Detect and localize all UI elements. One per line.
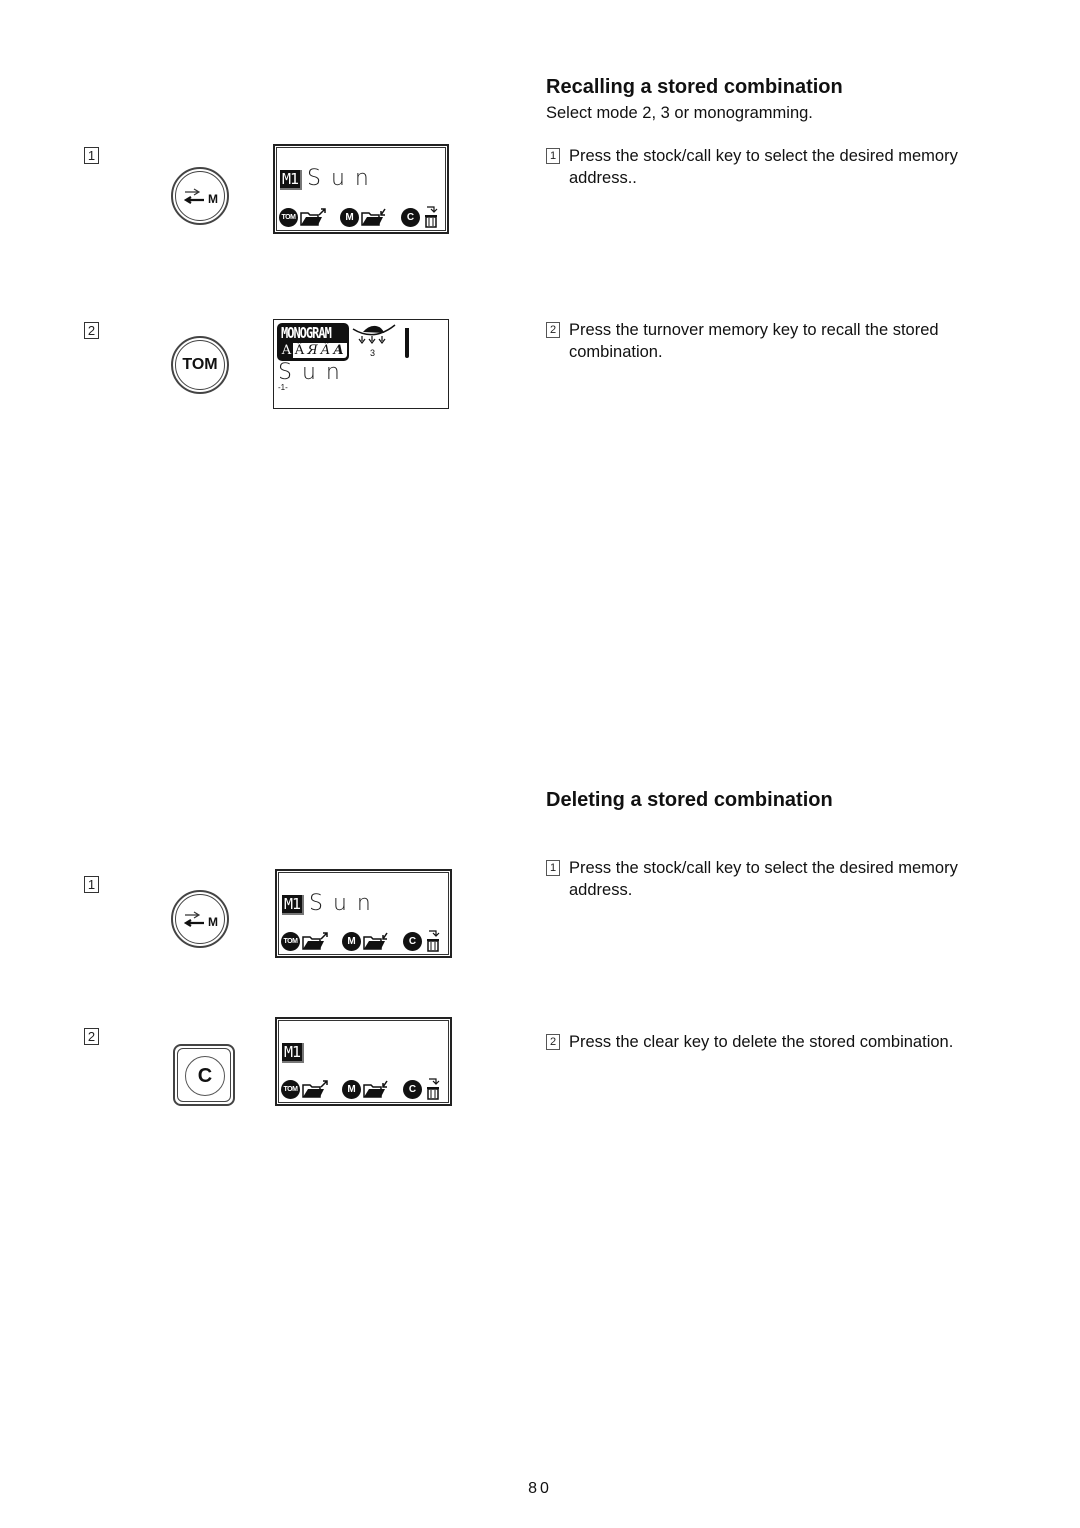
step-number: 2 (84, 322, 99, 339)
memory-address-label: M1 (282, 1043, 305, 1063)
folder-out-icon (302, 1080, 328, 1098)
folder-out-icon (300, 208, 326, 226)
c-icon: C (403, 1079, 422, 1099)
tom-icon: TOM (281, 1079, 300, 1099)
delete-section-title: Deleting a stored combination (546, 789, 833, 811)
folder-in-icon (363, 932, 388, 950)
font-option: A (280, 343, 293, 358)
lcd-display-memory: M1 Sun TOM M C (273, 144, 449, 234)
stock-call-key[interactable]: M (171, 167, 229, 225)
lcd-icon-row: TOM M C (281, 1077, 446, 1101)
step-number: 2 (84, 1028, 99, 1045)
memory-address-label: M1 (282, 895, 305, 915)
step-number: 1 (84, 147, 99, 164)
lcd-display-memory-cleared: M1 TOM M C (275, 1017, 452, 1106)
stored-word: Sun (307, 166, 379, 191)
lcd-display-memory: M1 Sun TOM M C (275, 869, 452, 958)
turnover-memory-key[interactable]: TOM (171, 336, 229, 394)
lcd-display-monogram: MONOGRAM AÄЯÄA 3 Sun -1- (273, 319, 449, 409)
step-text: Press the turnover memory key to recall … (569, 321, 939, 361)
recall-intro: Select mode 2, 3 or monogramming. (546, 104, 813, 122)
folder-in-icon (363, 1080, 388, 1098)
needle-icon (405, 328, 409, 358)
stock-call-key-label: M (208, 192, 218, 206)
recall-section-title: Recalling a stored combination (546, 76, 843, 98)
presser-foot-pressure-icon (352, 324, 396, 344)
cursor-marker: -1- (278, 383, 288, 392)
mode-badge-label: MONOGRAM (281, 324, 332, 342)
step-number: 1 (546, 148, 560, 164)
folder-out-icon (302, 932, 328, 950)
step-text: Press the stock/call key to select the d… (569, 147, 958, 187)
tom-icon: TOM (281, 931, 300, 951)
lcd-icon-row: TOM M C (279, 205, 443, 229)
font-option: A (333, 343, 344, 358)
step-text: Press the clear key to delete the stored… (569, 1033, 954, 1051)
clear-key[interactable]: C (173, 1044, 235, 1106)
monogram-mode-badge: MONOGRAM AÄЯÄA (277, 323, 349, 361)
step-number: 2 (546, 322, 560, 338)
step-number: 2 (546, 1034, 560, 1050)
folder-in-icon (361, 208, 386, 226)
stored-word: Sun (309, 891, 381, 916)
font-selector: AÄЯÄA (280, 343, 347, 358)
stored-word: Sun (278, 360, 350, 385)
stock-call-key-face: M (173, 892, 227, 946)
swap-arrows-icon (183, 188, 204, 204)
trash-icon (427, 930, 440, 952)
swap-arrows-icon (183, 911, 204, 927)
lcd-icon-row: TOM M C (281, 929, 446, 953)
memory-address-label: M1 (280, 170, 303, 190)
turnover-memory-key-label: TOM (182, 356, 218, 373)
font-option: Я (307, 343, 318, 358)
c-icon: C (403, 931, 422, 951)
m-icon: M (342, 1079, 361, 1099)
stock-call-key-face: M (173, 169, 227, 223)
trash-icon (427, 1078, 440, 1100)
trash-icon (425, 206, 438, 228)
step-text: Press the stock/call key to select the d… (569, 859, 958, 899)
m-icon: M (342, 931, 361, 951)
pressure-value: 3 (370, 348, 376, 358)
tom-icon: TOM (279, 207, 298, 227)
c-icon: C (401, 207, 420, 227)
step-number: 1 (546, 860, 560, 876)
page-number: 80 (528, 1480, 552, 1497)
clear-key-label: C (185, 1056, 225, 1096)
stock-call-key[interactable]: M (171, 890, 229, 948)
font-option: Ä (320, 343, 331, 358)
m-icon: M (340, 207, 359, 227)
stock-call-key-label: M (208, 915, 218, 929)
step-number: 1 (84, 876, 99, 893)
font-option: Ä (294, 343, 305, 358)
